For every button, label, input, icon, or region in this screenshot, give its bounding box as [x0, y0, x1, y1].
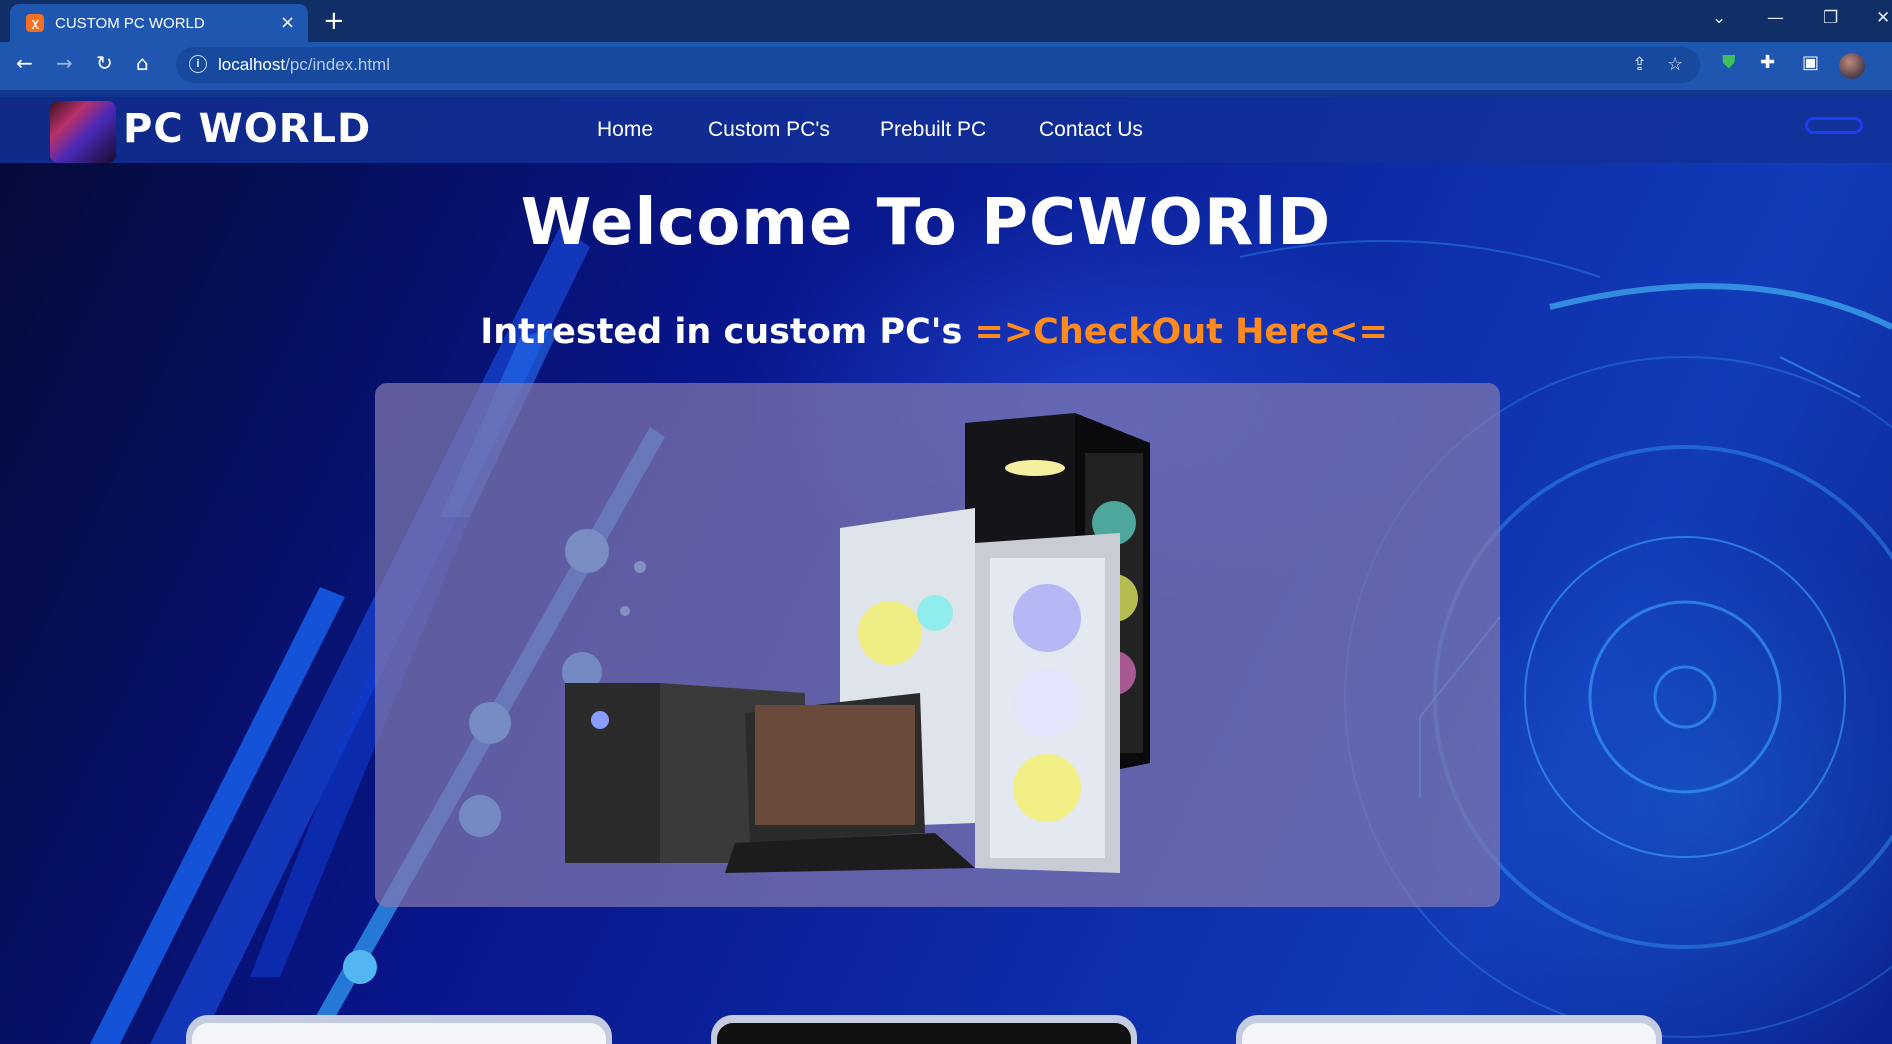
- browser-tab-active[interactable]: ꭓ CUSTOM PC WORLD ×: [10, 4, 308, 42]
- address-bar[interactable]: i localhost/pc/index.html ⇪ ☆: [176, 47, 1700, 83]
- product-card-3-image: [1242, 1023, 1656, 1044]
- back-icon[interactable]: ←: [16, 51, 33, 75]
- nav-toggle-button[interactable]: [1805, 117, 1863, 134]
- product-card-2[interactable]: [711, 1015, 1137, 1044]
- close-window-button[interactable]: ✕: [1876, 8, 1890, 28]
- puzzle-icon[interactable]: ✚: [1760, 52, 1775, 73]
- home-icon[interactable]: ⌂: [136, 51, 149, 75]
- product-card-3[interactable]: [1236, 1015, 1662, 1044]
- new-tab-button[interactable]: +: [323, 6, 345, 36]
- nav-prebuilt-pc[interactable]: Prebuilt PC: [880, 118, 986, 142]
- product-card-1-image: [192, 1023, 606, 1044]
- site-brand[interactable]: PC WORLD: [123, 106, 371, 152]
- restore-button[interactable]: ❐: [1823, 8, 1838, 28]
- hero-title: Welcome To PCWORlD: [520, 186, 1332, 260]
- product-card-1[interactable]: [186, 1015, 612, 1044]
- nav-custom-pcs[interactable]: Custom PC's: [708, 118, 830, 142]
- star-icon[interactable]: ☆: [1667, 54, 1683, 75]
- shield-extension-icon[interactable]: ⛊: [1722, 52, 1736, 73]
- product-card-2-image: [717, 1023, 1131, 1044]
- hero-subtitle-text: Intrested in custom PC's: [480, 312, 975, 352]
- reload-icon[interactable]: ↻: [96, 51, 113, 75]
- pc-cases-illustration: [565, 413, 1150, 873]
- nav-home[interactable]: Home: [597, 118, 653, 142]
- tab-title: CUSTOM PC WORLD: [55, 15, 205, 32]
- profile-avatar[interactable]: [1839, 53, 1865, 79]
- hero-showcase-image: [375, 383, 1500, 907]
- checkout-link[interactable]: =>CheckOut Here<=: [975, 312, 1388, 352]
- minimize-button[interactable]: —: [1767, 8, 1784, 28]
- tab-search-chevron-icon[interactable]: ⌄: [1712, 8, 1726, 28]
- page-top-border: [0, 90, 1892, 97]
- forward-icon[interactable]: →: [56, 51, 73, 75]
- web-page: PC WORLD Home Custom PC's Prebuilt PC Co…: [0, 97, 1892, 1044]
- browser-tab-strip: ꭓ CUSTOM PC WORLD × + ⌄ — ❐ ✕: [0, 0, 1892, 42]
- site-navbar: PC WORLD Home Custom PC's Prebuilt PC Co…: [0, 97, 1892, 163]
- sidepanel-icon[interactable]: ▣: [1802, 52, 1819, 73]
- xampp-favicon-icon: ꭓ: [26, 14, 44, 32]
- url-host: localhost: [218, 55, 286, 74]
- info-icon[interactable]: i: [189, 55, 207, 73]
- share-icon[interactable]: ⇪: [1632, 54, 1647, 75]
- url-path: /pc/index.html: [285, 55, 390, 74]
- url-text[interactable]: localhost/pc/index.html: [218, 55, 390, 75]
- tab-close-icon[interactable]: ×: [280, 12, 295, 33]
- nav-contact-us[interactable]: Contact Us: [1039, 118, 1143, 142]
- hero-subtitle: Intrested in custom PC's =>CheckOut Here…: [0, 312, 1868, 352]
- site-logo-image[interactable]: [50, 101, 116, 163]
- browser-toolbar: ← → ↻ ⌂ i localhost/pc/index.html ⇪ ☆: [0, 42, 1892, 90]
